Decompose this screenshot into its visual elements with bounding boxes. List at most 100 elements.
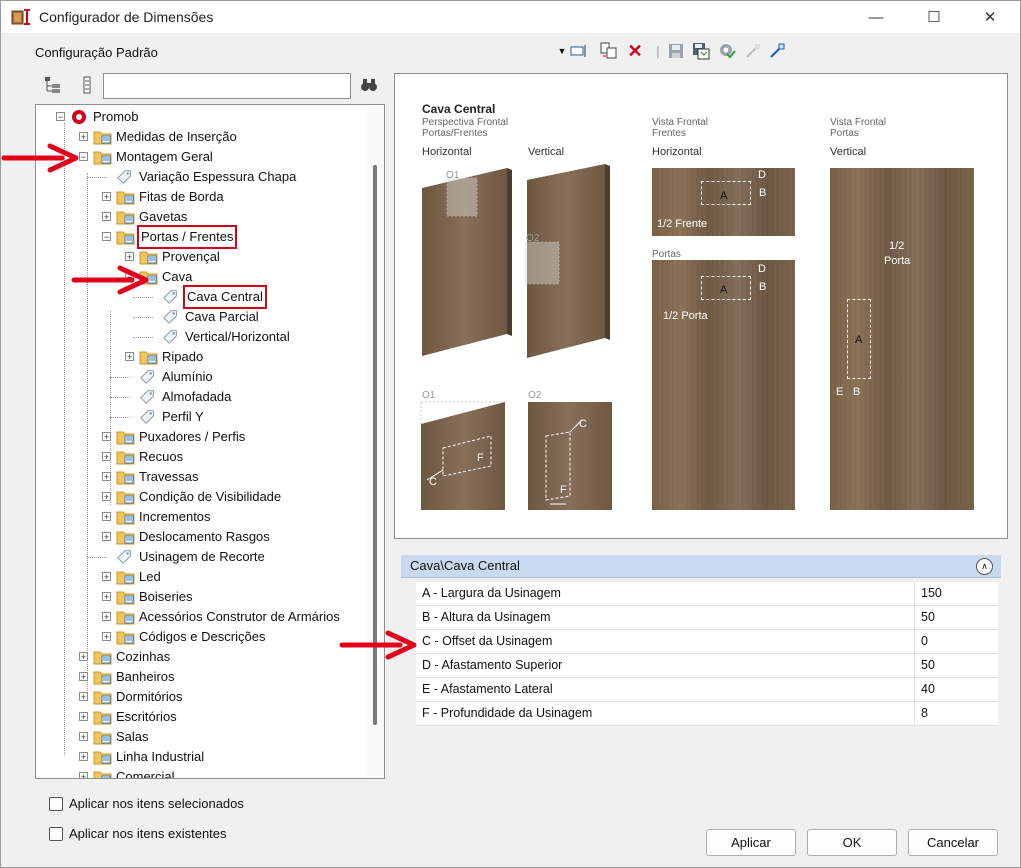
expand-icon[interactable]: +	[125, 252, 134, 262]
apply-selected-checkbox[interactable]	[49, 797, 63, 811]
property-row[interactable]: E - Afastamento Lateral 40	[416, 678, 998, 702]
tree-item-codigos-e-descricoes[interactable]: + Códigos e Descrições	[36, 627, 366, 647]
property-value[interactable]: 50	[921, 658, 935, 672]
tree-item-variacao-espessura-chapa[interactable]: Variação Espessura Chapa	[36, 167, 366, 187]
expand-icon[interactable]: +	[79, 692, 88, 702]
collapse-icon[interactable]: −	[56, 112, 65, 122]
collapse-chevron-icon[interactable]: ∧	[976, 558, 993, 575]
expand-icon[interactable]: +	[102, 192, 111, 202]
expand-icon[interactable]: +	[79, 672, 88, 682]
expand-icon[interactable]: +	[102, 532, 111, 542]
tree-item-montagem-geral[interactable]: − Montagem Geral	[36, 147, 366, 167]
expand-icon[interactable]: +	[102, 432, 111, 442]
tree-item-salas[interactable]: + Salas	[36, 727, 366, 747]
tree-item-cava-parcial[interactable]: Cava Parcial	[36, 307, 366, 327]
tree-item-perfil-y[interactable]: Perfil Y	[36, 407, 366, 427]
tree-item-acessorios-construtor-de-armarios[interactable]: + Acessórios Construtor de Armários	[36, 607, 366, 627]
tree-item-led[interactable]: + Led	[36, 567, 366, 587]
expand-icon[interactable]: +	[79, 652, 88, 662]
cancel-button[interactable]: Cancelar	[908, 829, 998, 856]
expand-icon[interactable]: +	[102, 632, 111, 642]
expand-icon[interactable]: +	[102, 472, 111, 482]
tree-item-label: Deslocamento Rasgos	[139, 529, 270, 544]
property-row[interactable]: C - Offset da Usinagem 0	[416, 630, 998, 654]
apply-button[interactable]: Aplicar	[706, 829, 796, 856]
expand-icon[interactable]: +	[102, 512, 111, 522]
expand-icon[interactable]: +	[102, 212, 111, 222]
toolbar: Configuração Padrão ▼ ✕ |	[1, 39, 1020, 67]
expand-icon[interactable]: +	[79, 732, 88, 742]
property-value[interactable]: 40	[921, 682, 935, 696]
tree-item-banheiros[interactable]: + Banheiros	[36, 667, 366, 687]
maximize-icon[interactable]: ☐	[911, 1, 957, 33]
tree-item-portas-frentes[interactable]: − Portas / Frentes	[36, 225, 366, 249]
tree-item-dormitorios[interactable]: + Dormitórios	[36, 687, 366, 707]
property-row[interactable]: D - Afastamento Superior 50	[416, 654, 998, 678]
save-as-icon[interactable]	[691, 41, 711, 61]
folder-icon	[116, 471, 135, 485]
expand-icon[interactable]: +	[102, 592, 111, 602]
tree-item-fitas-de-borda[interactable]: + Fitas de Borda	[36, 187, 366, 207]
d-label: D	[758, 263, 766, 275]
tree-item-almofadada[interactable]: Almofadada	[36, 387, 366, 407]
delete-icon[interactable]: ✕	[625, 41, 645, 61]
tree-item-aluminio[interactable]: Alumínio	[36, 367, 366, 387]
property-value[interactable]: 150	[921, 586, 942, 600]
expand-icon[interactable]: +	[79, 712, 88, 722]
tree-item-recuos[interactable]: + Recuos	[36, 447, 366, 467]
tree-item-comercial[interactable]: + Comercial	[36, 767, 366, 778]
tree-item-incrementos[interactable]: + Incrementos	[36, 507, 366, 527]
tree-search-input[interactable]	[103, 73, 351, 99]
property-value[interactable]: 8	[921, 706, 928, 720]
tree-item-condicao-de-visibilidade[interactable]: + Condição de Visibilidade	[36, 487, 366, 507]
expand-icon[interactable]: +	[102, 572, 111, 582]
property-row[interactable]: A - Largura da Usinagem 150	[416, 582, 998, 606]
annotation-arrow	[339, 630, 417, 660]
tree-item-puxadores-perfis[interactable]: + Puxadores / Perfis	[36, 427, 366, 447]
property-row[interactable]: F - Profundidade da Usinagem 8	[416, 702, 998, 726]
annotation-arrow	[71, 265, 149, 295]
tree-item-ripado[interactable]: + Ripado	[36, 347, 366, 367]
tree-item-boiseries[interactable]: + Boiseries	[36, 587, 366, 607]
tree-item-promob[interactable]: − Promob	[36, 107, 366, 127]
tree-item-gavetas[interactable]: + Gavetas	[36, 207, 366, 227]
property-value[interactable]: 50	[921, 610, 935, 624]
property-value[interactable]: 0	[921, 634, 928, 648]
minimize-icon[interactable]: —	[853, 1, 899, 33]
expand-icon[interactable]: +	[102, 492, 111, 502]
collapse-icon[interactable]: −	[102, 232, 111, 242]
export-disabled-icon[interactable]	[743, 41, 763, 61]
ok-button[interactable]: OK	[807, 829, 897, 856]
tree-item-vertical-horizontal[interactable]: Vertical/Horizontal	[36, 327, 366, 347]
save-icon[interactable]	[666, 41, 686, 61]
tree-item-linha-industrial[interactable]: + Linha Industrial	[36, 747, 366, 767]
rename-icon[interactable]	[569, 41, 589, 61]
tree-item-label: Acessórios Construtor de Armários	[139, 609, 340, 624]
tree-item-deslocamento-rasgos[interactable]: + Deslocamento Rasgos	[36, 527, 366, 547]
tree-item-label: Almofadada	[162, 389, 232, 404]
properties-header[interactable]: Cava\Cava Central ∧	[401, 555, 1001, 578]
tree-item-medidas-de-insercao[interactable]: + Medidas de Inserção	[36, 127, 366, 147]
expand-icon[interactable]: +	[79, 772, 88, 778]
expand-icon[interactable]: +	[79, 752, 88, 762]
tree-item-travessas[interactable]: + Travessas	[36, 467, 366, 487]
config-tree[interactable]: − Promob + Medidas de Inserção − Montagem Ger…	[35, 104, 385, 779]
tree-scrollbar[interactable]	[367, 105, 384, 778]
tree-item-escritorios[interactable]: + Escritórios	[36, 707, 366, 727]
close-icon[interactable]: ✕	[967, 1, 1013, 33]
collapse-all-icon[interactable]	[77, 75, 97, 95]
expand-icon[interactable]: +	[125, 352, 134, 362]
expand-icon[interactable]: +	[102, 452, 111, 462]
binoculars-icon[interactable]	[359, 75, 379, 95]
apply-existing-checkbox[interactable]	[49, 827, 63, 841]
property-row[interactable]: B - Altura da Usinagem 50	[416, 606, 998, 630]
tree-item-usinagem-de-recorte[interactable]: Usinagem de Recorte	[36, 547, 366, 567]
gear-check-icon[interactable]	[717, 41, 737, 61]
config-name[interactable]: Configuração Padrão	[35, 45, 158, 60]
expand-icon[interactable]: +	[102, 612, 111, 622]
import-icon[interactable]	[767, 41, 787, 61]
copy-config-icon[interactable]	[599, 41, 619, 61]
expand-all-icon[interactable]	[43, 75, 63, 95]
tree-item-cozinhas[interactable]: + Cozinhas	[36, 647, 366, 667]
preview-caption: Portas/Frentes	[422, 128, 488, 139]
